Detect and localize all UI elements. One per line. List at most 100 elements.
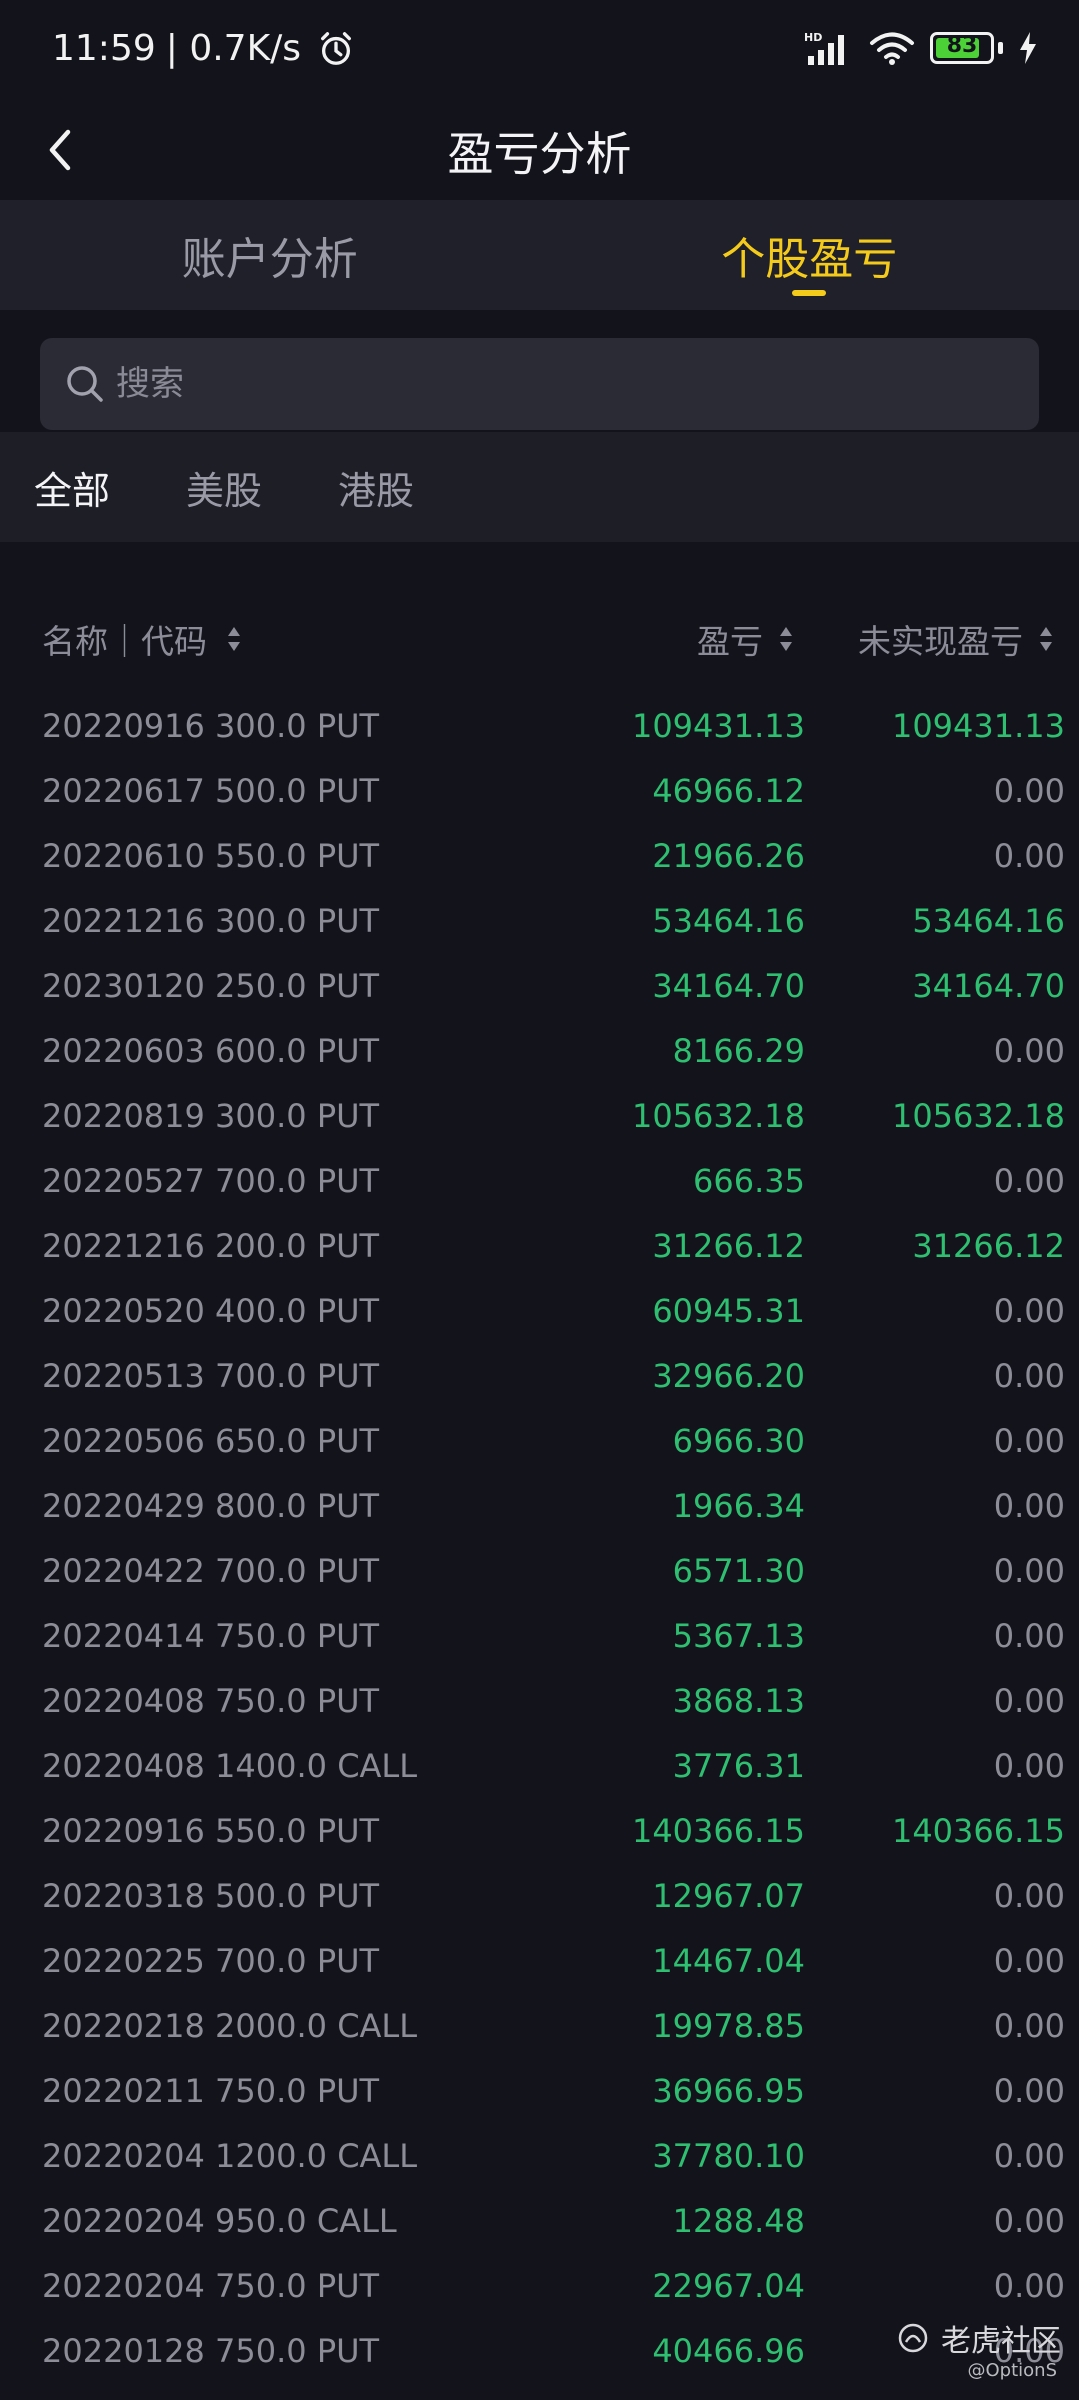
tab-label: 个股盈亏 bbox=[721, 234, 898, 285]
search-box[interactable] bbox=[40, 338, 1039, 430]
table-row[interactable]: 20220225 700.0 PUT 14467.04 0.00 bbox=[0, 1930, 1079, 1995]
row-unrealized: 0.00 bbox=[993, 1292, 1065, 1330]
row-unrealized: 0.00 bbox=[993, 2202, 1065, 2240]
table-row[interactable]: 20220527 700.0 PUT 666.35 0.00 bbox=[0, 1150, 1079, 1215]
search-input[interactable] bbox=[116, 364, 996, 404]
table-row[interactable]: 20230120 250.0 PUT 34164.70 34164.70 bbox=[0, 955, 1079, 1020]
table-row[interactable]: 20220819 300.0 PUT 105632.18 105632.18 bbox=[0, 1085, 1079, 1150]
row-unrealized: 53464.16 bbox=[912, 902, 1065, 940]
table-row[interactable]: 20220422 700.0 PUT 6571.30 0.00 bbox=[0, 1540, 1079, 1605]
sort-icon bbox=[228, 627, 240, 651]
network-type-label: HD bbox=[804, 31, 822, 44]
row-name: 20220727 300.0 PUT bbox=[42, 674, 379, 680]
watermark: 老虎社区 bbox=[897, 2316, 1061, 2360]
status-left: 11:59 | 0.7K/s bbox=[52, 28, 355, 69]
sort-icon bbox=[1040, 627, 1052, 651]
row-pl: 666.35 bbox=[693, 1162, 805, 1200]
row-unrealized: 0.00 bbox=[993, 2267, 1065, 2305]
row-pl: 46966.12 bbox=[652, 772, 805, 810]
active-tab-indicator bbox=[792, 290, 827, 296]
row-pl: 140366.15 bbox=[631, 1812, 805, 1850]
table-row[interactable]: 20220610 550.0 PUT 21966.26 0.00 bbox=[0, 825, 1079, 890]
row-name: 20220916 550.0 PUT bbox=[42, 1812, 380, 1850]
status-right: HD 83 bbox=[804, 30, 1039, 66]
row-name: 20220414 750.0 PUT bbox=[42, 1617, 380, 1655]
table-row[interactable]: 20220218 2000.0 CALL 19978.85 0.00 bbox=[0, 1995, 1079, 2060]
row-name: 20221216 200.0 PUT bbox=[42, 1227, 380, 1265]
row-name: 20220617 500.0 PUT bbox=[42, 772, 380, 810]
column-name-header[interactable]: 名称｜代码 bbox=[42, 615, 243, 663]
row-pl: 3776.31 bbox=[672, 1747, 805, 1785]
search-icon bbox=[67, 366, 103, 402]
row-pl: 8166.29 bbox=[672, 1032, 805, 1070]
column-pl-header[interactable]: 盈亏 bbox=[697, 615, 795, 663]
row-name: 20220225 700.0 PUT bbox=[42, 1942, 380, 1980]
row-pl: 19978.85 bbox=[652, 2007, 805, 2045]
page-title: 盈亏分析 bbox=[447, 127, 632, 181]
table-row[interactable]: 20220916 550.0 PUT 140366.15 140366.15 bbox=[0, 1800, 1079, 1865]
table-row[interactable]: 20220204 750.0 PUT 22967.04 0.00 bbox=[0, 2255, 1079, 2320]
row-name: 20220408 750.0 PUT bbox=[42, 1682, 380, 1720]
table-row[interactable]: 20220318 500.0 PUT 12967.07 0.00 bbox=[0, 1865, 1079, 1930]
column-unrealized-label: 未实现盈亏 bbox=[858, 622, 1023, 661]
table-row[interactable]: 20220408 750.0 PUT 3868.13 0.00 bbox=[0, 1670, 1079, 1735]
signal-icon: HD bbox=[804, 31, 844, 65]
column-unrealized-header[interactable]: 未实现盈亏 bbox=[858, 615, 1055, 663]
table-row[interactable]: 20220916 300.0 PUT 109431.13 109431.13 bbox=[0, 695, 1079, 760]
table-row[interactable]: 20220506 650.0 PUT 6966.30 0.00 bbox=[0, 1410, 1079, 1475]
row-unrealized: 105632.18 bbox=[891, 1097, 1065, 1135]
table-row[interactable]: 20220204 950.0 CALL 1288.48 0.00 bbox=[0, 2190, 1079, 2255]
watermark-brand: 老虎社区 bbox=[941, 2324, 1061, 2359]
status-bar: 11:59 | 0.7K/s HD 83 bbox=[0, 0, 1079, 100]
column-pl-label: 盈亏 bbox=[697, 622, 763, 661]
tab-stock-pl[interactable]: 个股盈亏 bbox=[540, 200, 1079, 310]
table-row[interactable]: 20221216 300.0 PUT 53464.16 53464.16 bbox=[0, 890, 1079, 955]
row-unrealized: 0.00 bbox=[993, 1552, 1065, 1590]
row-unrealized: 0.00 bbox=[993, 1682, 1065, 1720]
row-name: 20220513 700.0 PUT bbox=[42, 1357, 380, 1395]
row-name: 20220422 700.0 PUT bbox=[42, 1552, 380, 1590]
row-pl: 32966.20 bbox=[652, 1357, 805, 1395]
clock: 11:59 bbox=[52, 28, 156, 69]
row-unrealized: 0.00 bbox=[993, 1487, 1065, 1525]
row-name: 20220218 2000.0 CALL bbox=[42, 2007, 418, 2045]
row-pl: 37780.10 bbox=[652, 2137, 805, 2175]
market-tab-all[interactable]: 全部 bbox=[34, 460, 110, 515]
row-name: 20221216 300.0 PUT bbox=[42, 902, 380, 940]
row-unrealized: 0.00 bbox=[993, 1032, 1065, 1070]
table-row[interactable]: 20220429 800.0 PUT 1966.34 0.00 bbox=[0, 1475, 1079, 1540]
row-name: 20220204 750.0 PUT bbox=[42, 2267, 380, 2305]
segment-tabs: 账户分析 个股盈亏 bbox=[0, 200, 1079, 310]
row-pl: 40466.96 bbox=[652, 2332, 805, 2370]
table-row[interactable]: 20220211 750.0 PUT 36966.95 0.00 bbox=[0, 2060, 1079, 2125]
table-row[interactable]: 20221216 200.0 PUT 31266.12 31266.12 bbox=[0, 1215, 1079, 1280]
sort-icon bbox=[780, 627, 792, 651]
table-row[interactable]: 20220513 700.0 PUT 32966.20 0.00 bbox=[0, 1345, 1079, 1410]
row-unrealized: 34164.70 bbox=[912, 967, 1065, 1005]
position-list[interactable]: 20220727 300.0 PUT 85434.44 85434.44 202209… bbox=[0, 674, 1079, 2400]
nav-header: 盈亏分析 bbox=[0, 100, 1079, 200]
table-row[interactable]: 20220520 400.0 PUT 60945.31 0.00 bbox=[0, 1280, 1079, 1345]
table-row[interactable]: 20220603 600.0 PUT 8166.29 0.00 bbox=[0, 1020, 1079, 1085]
row-name: 20220527 700.0 PUT bbox=[42, 1162, 380, 1200]
table-row[interactable]: 20220617 500.0 PUT 46966.12 0.00 bbox=[0, 760, 1079, 825]
row-unrealized: 0.00 bbox=[993, 2072, 1065, 2110]
table-row[interactable]: 20220408 1400.0 CALL 3776.31 0.00 bbox=[0, 1735, 1079, 1800]
alarm-icon bbox=[321, 31, 352, 65]
wifi-icon bbox=[870, 32, 914, 65]
row-pl: 85434.44 bbox=[652, 674, 805, 680]
market-tab-hk[interactable]: 港股 bbox=[338, 460, 414, 515]
row-pl: 3868.13 bbox=[672, 1682, 805, 1720]
tab-account-analysis[interactable]: 账户分析 bbox=[0, 200, 540, 310]
row-pl: 31266.12 bbox=[652, 1227, 805, 1265]
battery-cap bbox=[998, 42, 1003, 54]
table-row[interactable]: 20220727 300.0 PUT 85434.44 85434.44 bbox=[0, 674, 1079, 695]
row-name: 20220429 800.0 PUT bbox=[42, 1487, 380, 1525]
market-tab-us[interactable]: 美股 bbox=[186, 460, 262, 515]
table-row[interactable]: 20220204 1200.0 CALL 37780.10 0.00 bbox=[0, 2125, 1079, 2190]
row-unrealized: 0.00 bbox=[993, 1162, 1065, 1200]
row-unrealized: 0.00 bbox=[993, 1422, 1065, 1460]
row-name: 20220318 500.0 PUT bbox=[42, 1877, 380, 1915]
table-row[interactable]: 20220414 750.0 PUT 5367.13 0.00 bbox=[0, 1605, 1079, 1670]
row-pl: 109431.13 bbox=[631, 707, 805, 745]
